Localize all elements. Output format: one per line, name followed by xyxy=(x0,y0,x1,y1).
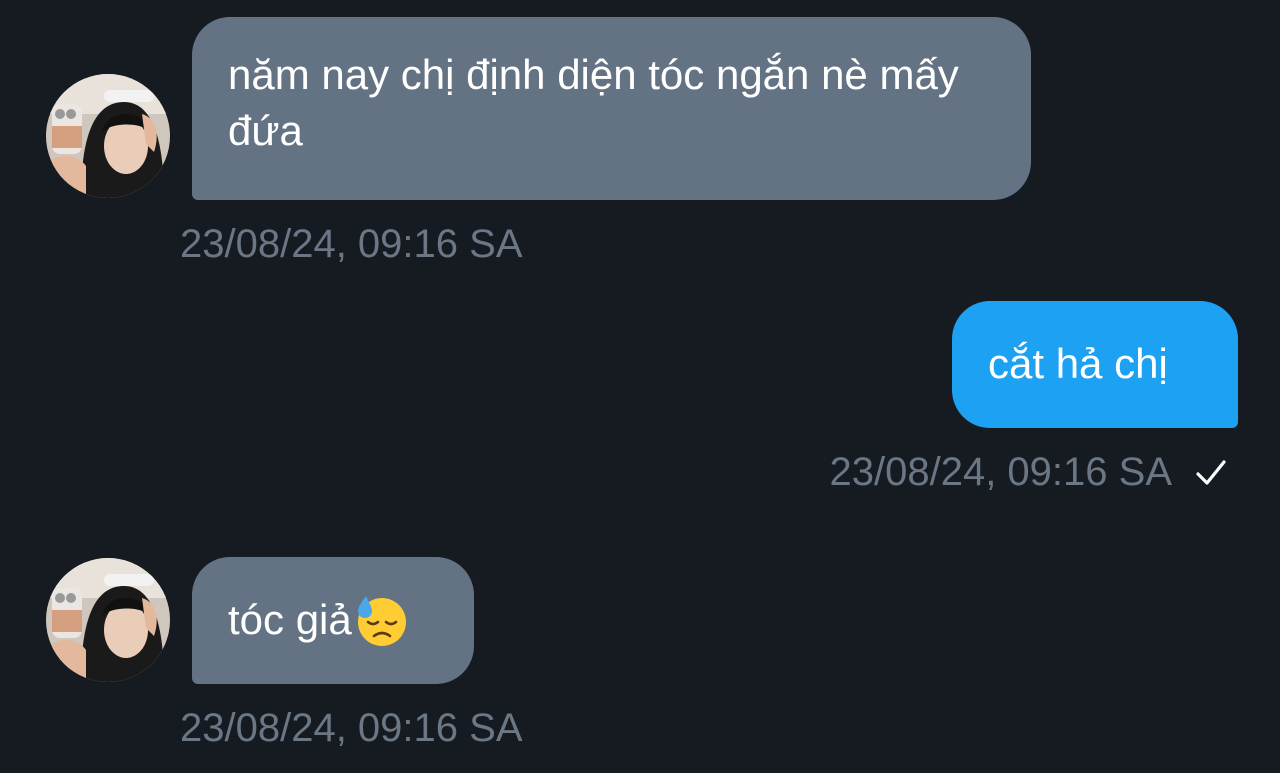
message-text: tóc giả xyxy=(228,596,352,643)
sender-avatar[interactable] xyxy=(46,558,170,682)
avatar-photo-icon xyxy=(46,558,170,682)
message-timestamp: 23/08/24, 09:16 SA xyxy=(829,450,1173,494)
avatar-photo-icon xyxy=(46,74,170,198)
downcast-face-with-sweat-icon xyxy=(357,596,406,646)
message-timestamp: 23/08/24, 09:16 SA xyxy=(180,222,523,266)
sender-avatar[interactable] xyxy=(46,74,170,198)
message-bubble-incoming[interactable]: tóc giả xyxy=(192,557,474,684)
message-text: năm nay chị định diện tóc ngắn nè mấy đứ… xyxy=(228,51,959,154)
check-icon xyxy=(1196,460,1226,485)
message-bubble-incoming[interactable]: năm nay chị định diện tóc ngắn nè mấy đứ… xyxy=(192,17,1031,200)
message-timestamp: 23/08/24, 09:16 SA xyxy=(180,706,523,750)
message-text: cắt hả chị xyxy=(988,340,1168,387)
message-bubble-outgoing[interactable]: cắt hả chị xyxy=(952,301,1238,428)
